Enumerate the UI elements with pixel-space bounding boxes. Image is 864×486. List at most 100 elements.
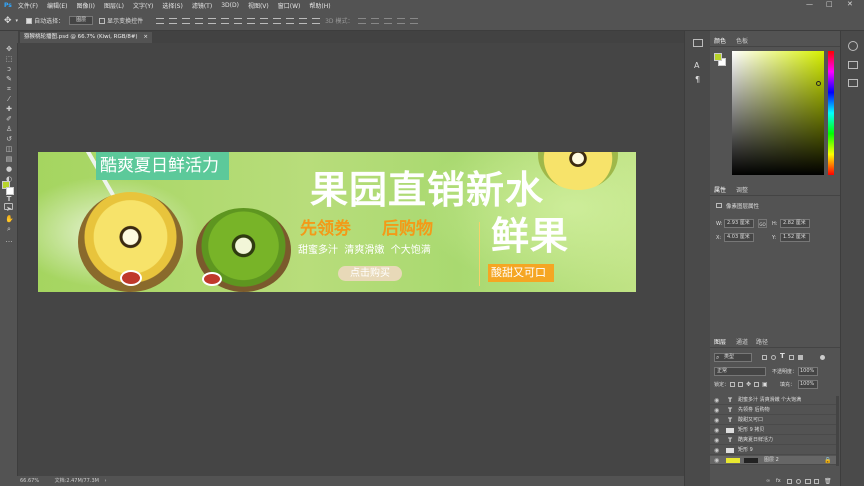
visibility-eye-icon[interactable]: ◉ xyxy=(714,436,719,445)
layers-scrollbar[interactable] xyxy=(836,396,839,466)
document-info[interactable]: 文档:2.47M/77.3M xyxy=(55,478,99,484)
distribute-right-icon[interactable] xyxy=(299,17,308,24)
new-layer-icon[interactable] xyxy=(814,479,819,484)
fx-icon[interactable]: fx xyxy=(776,478,781,484)
layer-row[interactable]: ◉ T 酷爽夏日鲜活力 xyxy=(710,436,836,445)
add-mask-icon[interactable] xyxy=(787,479,792,484)
filter-smart-icon[interactable] xyxy=(798,355,803,360)
scale-3d-icon[interactable] xyxy=(410,17,419,24)
align-vcenter-icon[interactable] xyxy=(169,17,178,24)
menu-window[interactable]: 窗口(W) xyxy=(278,1,301,10)
eyedropper-icon[interactable]: ⁄ xyxy=(5,95,13,103)
tool-preset-dropdown[interactable]: ▾ xyxy=(16,18,19,24)
character-panel-icon[interactable]: A xyxy=(694,61,699,70)
layer-name[interactable]: 酷爽夏日鲜活力 xyxy=(738,436,773,445)
layer-row[interactable]: ◉ 图层 2 🔒 xyxy=(710,456,836,465)
layer-name[interactable]: 矩形 9 xyxy=(738,446,753,455)
link-layers-icon[interactable]: ∞ xyxy=(766,478,770,484)
visibility-eye-icon[interactable]: ◉ xyxy=(714,416,719,425)
auto-select-checkbox[interactable] xyxy=(26,17,33,24)
roll-3d-icon[interactable] xyxy=(371,17,380,24)
saturation-field[interactable] xyxy=(732,51,824,175)
align-top-icon[interactable] xyxy=(156,17,165,24)
more-tools-icon[interactable]: … xyxy=(5,236,13,244)
visibility-eye-icon[interactable]: ◉ xyxy=(714,396,719,405)
tab-properties[interactable]: 属性 xyxy=(714,186,726,195)
tab-swatches[interactable]: 色板 xyxy=(736,37,748,46)
stamp-icon[interactable]: ♙ xyxy=(5,125,13,133)
hand-icon[interactable]: ✋ xyxy=(5,215,14,223)
distribute-hcenter-icon[interactable] xyxy=(286,17,295,24)
tab-paths[interactable]: 路径 xyxy=(756,338,768,347)
layer-row[interactable]: ◉ T 酸甜又可口 xyxy=(710,416,836,425)
healing-brush-icon[interactable]: ✚ xyxy=(5,105,13,113)
align-right-icon[interactable] xyxy=(221,17,230,24)
learn-panel-icon[interactable] xyxy=(848,41,858,51)
distribute-vcenter-icon[interactable] xyxy=(247,17,256,24)
eraser-icon[interactable]: ◫ xyxy=(5,145,13,153)
auto-align-icon[interactable] xyxy=(312,17,321,24)
marquee-icon[interactable]: ⬚ xyxy=(5,55,13,63)
history-panel-icon[interactable] xyxy=(693,39,703,47)
lock-artboard-icon[interactable] xyxy=(754,382,759,387)
y-value[interactable]: 1.52 厘米 xyxy=(780,233,810,242)
tab-adjustments[interactable]: 调整 xyxy=(736,186,748,195)
h-value[interactable]: 2.82 厘米 xyxy=(780,219,810,228)
tab-color[interactable]: 颜色 xyxy=(714,37,726,46)
delete-layer-icon[interactable]: 🗑 xyxy=(824,478,832,485)
lock-position-icon[interactable]: ✥ xyxy=(746,381,751,388)
maximize-icon[interactable]: □ xyxy=(826,0,833,8)
quick-select-icon[interactable]: ✎ xyxy=(5,75,13,83)
layer-name[interactable]: 矩形 9 拷贝 xyxy=(738,426,764,435)
rotate-3d-icon[interactable] xyxy=(358,17,367,24)
menu-select[interactable]: 选择(S) xyxy=(162,1,183,10)
close-icon[interactable]: ✕ xyxy=(847,0,853,8)
distribute-left-icon[interactable] xyxy=(273,17,282,24)
blend-mode-dropdown[interactable]: 正常 xyxy=(714,367,766,376)
visibility-eye-icon[interactable]: ◉ xyxy=(714,426,719,435)
expand-arrow-icon[interactable]: › xyxy=(105,478,107,484)
adjustments-panel-icon[interactable] xyxy=(848,79,858,87)
menu-file[interactable]: 文件(F) xyxy=(18,1,38,10)
layer-name[interactable]: 先领劵 后购物 xyxy=(738,406,770,415)
visibility-eye-icon[interactable]: ◉ xyxy=(714,406,719,415)
tab-layers[interactable]: 图层 xyxy=(714,338,726,347)
lock-pixels-icon[interactable] xyxy=(738,382,743,387)
visibility-eye-icon[interactable]: ◉ xyxy=(714,456,719,465)
drag-3d-icon[interactable] xyxy=(384,17,393,24)
adjustment-layer-icon[interactable] xyxy=(796,479,801,484)
visibility-eye-icon[interactable]: ◉ xyxy=(714,446,719,455)
filter-adjust-icon[interactable] xyxy=(771,355,776,360)
close-tab-icon[interactable]: × xyxy=(143,34,148,40)
distribute-bottom-icon[interactable] xyxy=(260,17,269,24)
type-icon[interactable]: T xyxy=(5,195,13,203)
paragraph-panel-icon[interactable]: ¶ xyxy=(695,75,700,84)
align-bottom-icon[interactable] xyxy=(182,17,191,24)
layer-row[interactable]: ◉ 矩形 9 拷贝 xyxy=(710,426,836,435)
filter-toggle-icon[interactable] xyxy=(820,355,825,360)
filter-pixel-icon[interactable] xyxy=(762,355,767,360)
layer-row[interactable]: ◉ T 甜蜜多汁 清爽滑嫩 个大饱满 xyxy=(710,396,836,405)
menu-view[interactable]: 视图(V) xyxy=(248,1,269,10)
show-transform-checkbox[interactable] xyxy=(99,17,106,24)
menu-3d[interactable]: 3D(D) xyxy=(221,2,239,9)
background-color-swatch[interactable] xyxy=(6,187,14,195)
zoom-level[interactable]: 66.67% xyxy=(20,478,39,484)
zoom-icon[interactable]: ⌕ xyxy=(5,225,13,233)
x-value[interactable]: 4.03 厘米 xyxy=(724,233,754,242)
layer-name[interactable]: 甜蜜多汁 清爽滑嫩 个大饱满 xyxy=(738,396,801,405)
menu-filter[interactable]: 滤镜(T) xyxy=(192,1,212,10)
brush-icon[interactable]: ✐ xyxy=(5,115,13,123)
hue-slider[interactable] xyxy=(828,51,834,175)
opacity-value[interactable]: 100% xyxy=(798,367,818,376)
align-left-icon[interactable] xyxy=(195,17,204,24)
color-picker-cursor[interactable] xyxy=(816,81,821,86)
slide-3d-icon[interactable] xyxy=(397,17,406,24)
history-brush-icon[interactable]: ↺ xyxy=(5,135,13,143)
filter-shape-icon[interactable] xyxy=(789,355,794,360)
lock-transparency-icon[interactable] xyxy=(730,382,735,387)
menu-help[interactable]: 帮助(H) xyxy=(309,1,330,10)
layer-row[interactable]: ◉ 矩形 9 xyxy=(710,446,836,455)
foreground-color-chip[interactable] xyxy=(714,53,722,61)
crop-icon[interactable]: ⌗ xyxy=(5,85,13,93)
